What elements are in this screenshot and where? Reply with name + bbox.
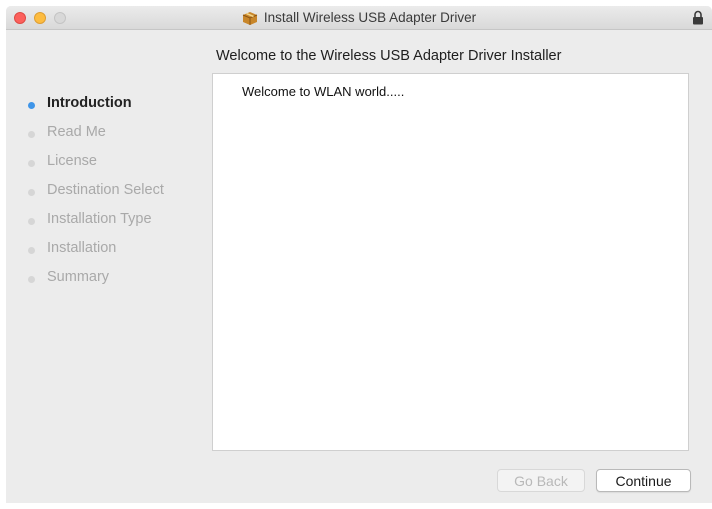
step-indicator-dot bbox=[28, 160, 35, 167]
step-label: Destination Select bbox=[47, 182, 164, 198]
go-back-button[interactable]: Go Back bbox=[497, 469, 585, 492]
step-label: Summary bbox=[47, 269, 110, 285]
step-label: Installation bbox=[47, 240, 117, 256]
step-indicator-dot bbox=[28, 218, 35, 225]
welcome-text: Welcome to WLAN world..... bbox=[242, 84, 405, 99]
window-title: Install Wireless USB Adapter Driver bbox=[263, 10, 477, 25]
step-indicator-dot bbox=[28, 131, 35, 138]
title-bar[interactable]: Install Wireless USB Adapter Driver bbox=[6, 6, 712, 30]
step-indicator-dot bbox=[28, 189, 35, 196]
step-label: Installation Type bbox=[47, 211, 152, 227]
continue-button[interactable]: Continue bbox=[596, 469, 691, 492]
step-label: Introduction bbox=[47, 95, 132, 111]
step-label: License bbox=[47, 153, 97, 169]
package-icon bbox=[242, 11, 258, 25]
step-indicator-dot bbox=[28, 276, 35, 283]
installer-window: Install Wireless USB Adapter Driver Welc… bbox=[6, 6, 712, 503]
step-indicator-dot bbox=[28, 247, 35, 254]
content-panel[interactable]: Welcome to WLAN world..... bbox=[212, 73, 689, 451]
page-heading: Welcome to the Wireless USB Adapter Driv… bbox=[216, 48, 562, 64]
step-label: Read Me bbox=[47, 124, 106, 140]
window-title-group: Install Wireless USB Adapter Driver bbox=[6, 6, 712, 29]
step-indicator-dot bbox=[28, 102, 35, 109]
lock-icon bbox=[692, 10, 704, 25]
